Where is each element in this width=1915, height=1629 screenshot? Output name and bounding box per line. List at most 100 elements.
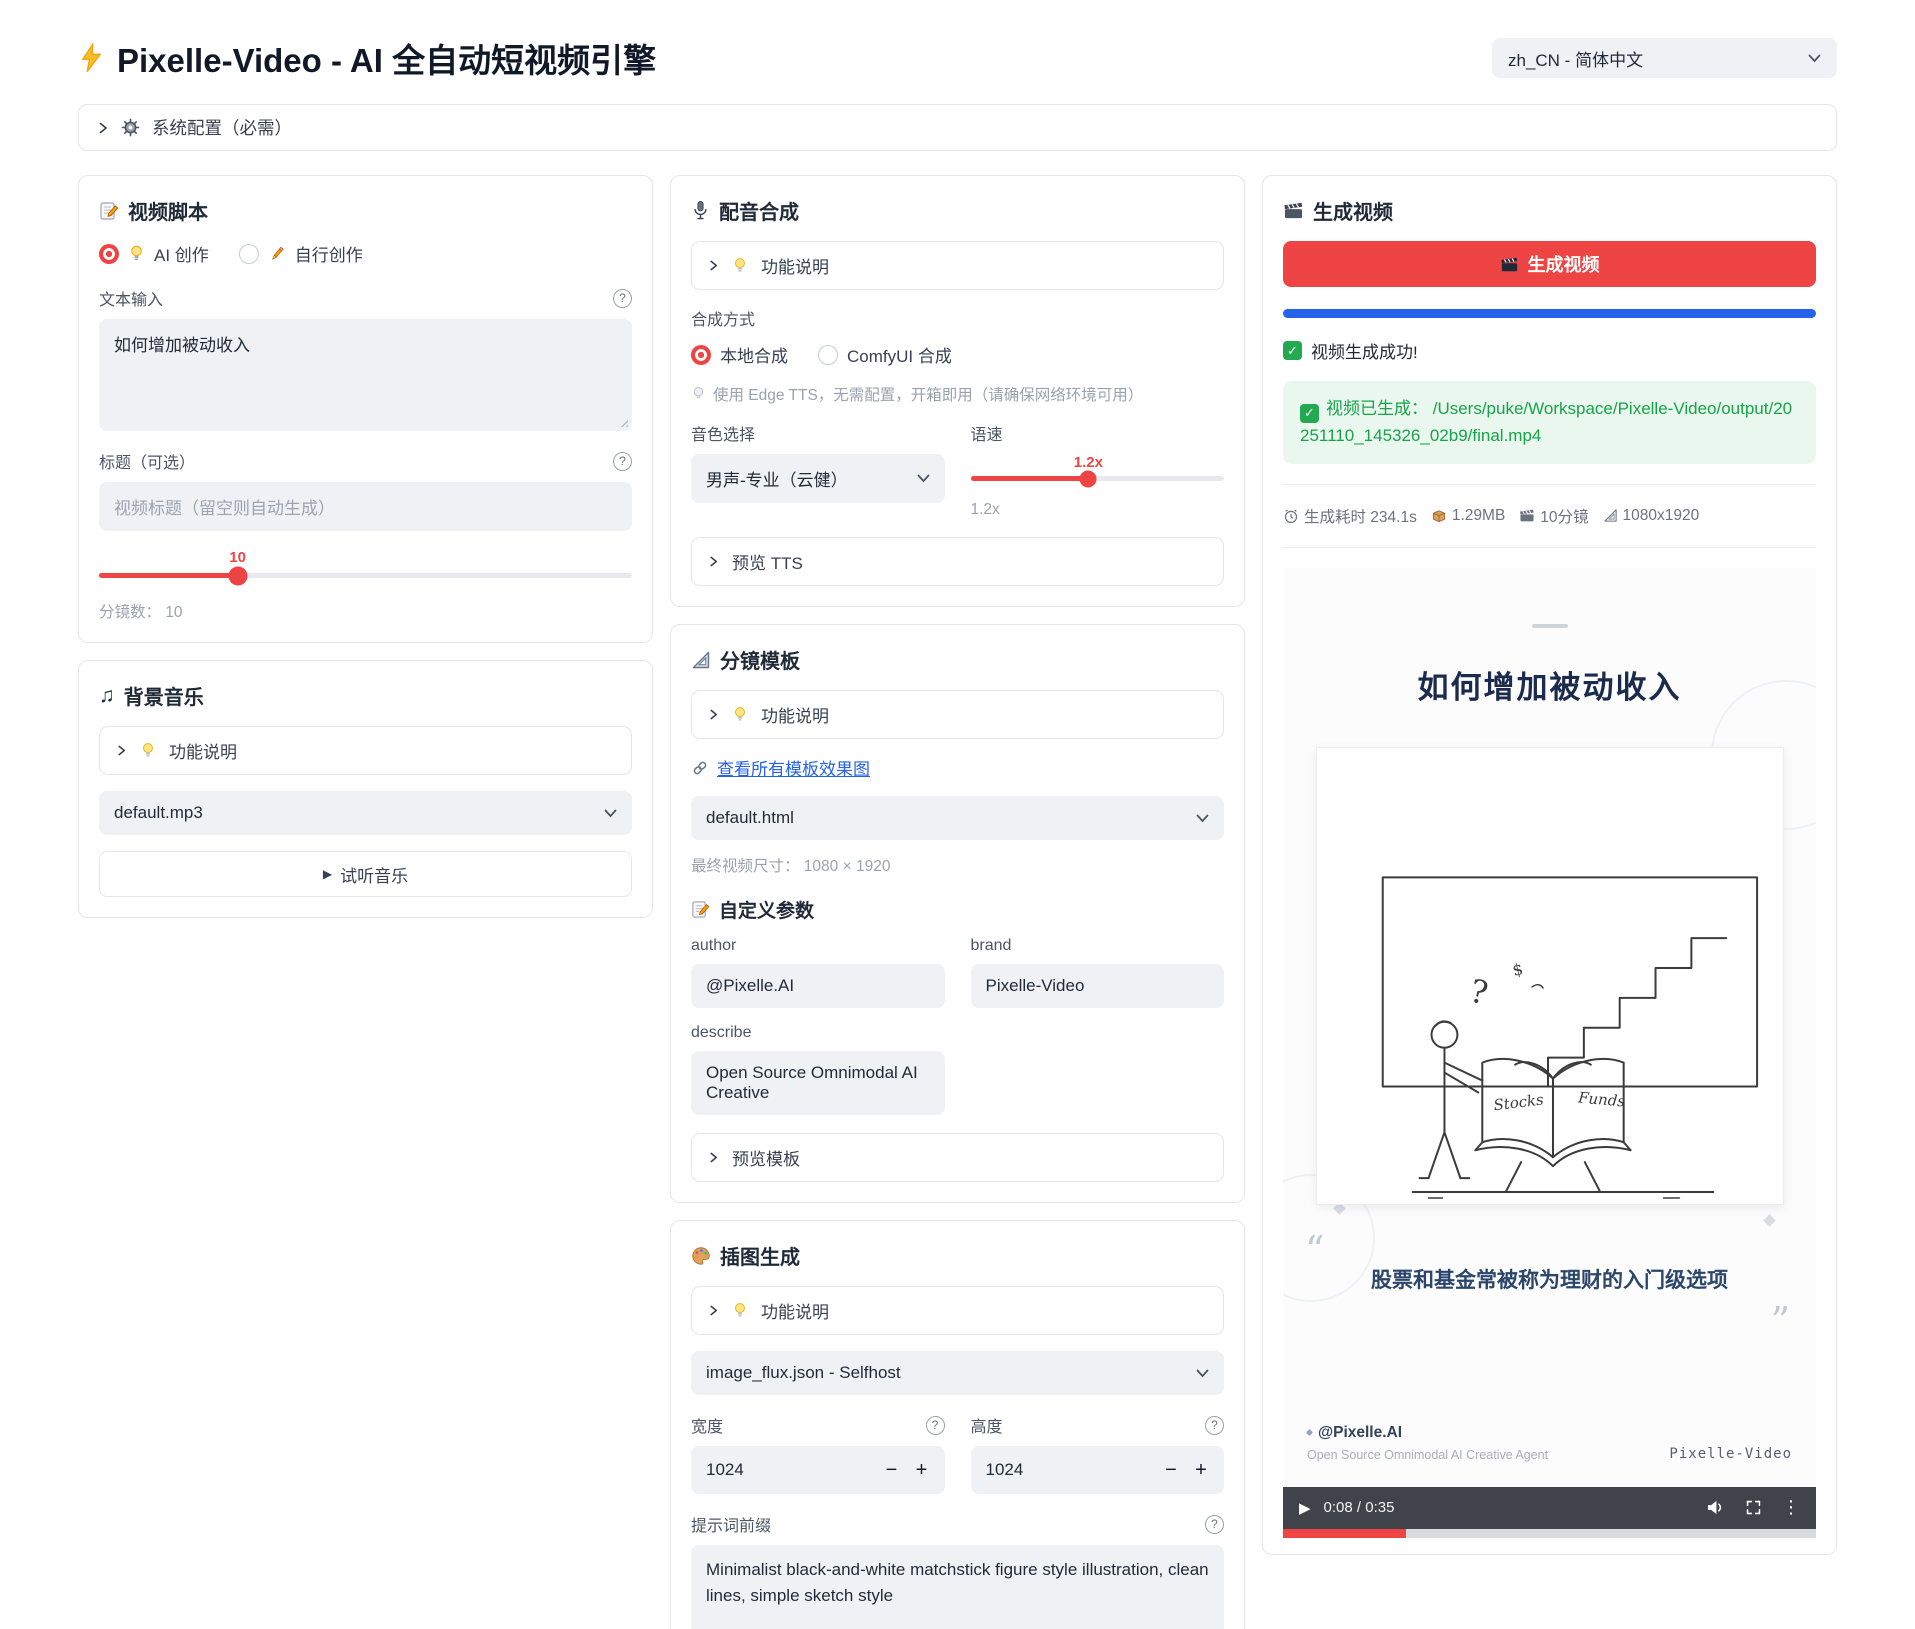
music-help-accordion[interactable]: 功能说明	[99, 726, 632, 775]
video-progress-track[interactable]	[1283, 1529, 1816, 1538]
radio-dot	[818, 345, 838, 365]
package-icon	[1431, 508, 1447, 524]
music-note-icon: ♫	[99, 684, 115, 708]
language-selector[interactable]: zh_CN - 简体中文	[1492, 38, 1837, 78]
help-icon[interactable]: ?	[613, 452, 632, 471]
storyboard-count-slider[interactable]: 10	[99, 549, 632, 578]
video-time: 0:08 / 0:35	[1324, 1499, 1395, 1516]
generate-button-label: 生成视频	[1528, 251, 1600, 277]
chevron-down-icon	[1808, 54, 1821, 63]
template-help-accordion[interactable]: 功能说明	[691, 690, 1224, 739]
brand-input[interactable]: Pixelle-Video	[971, 964, 1225, 1008]
gear-icon	[121, 118, 140, 137]
illustration-help-accordion[interactable]: 功能说明	[691, 1286, 1224, 1335]
radio-ai-create[interactable]: AI 创作	[99, 241, 209, 266]
play-button[interactable]: ▶	[1299, 1499, 1311, 1517]
help-icon[interactable]: ?	[926, 1416, 945, 1435]
chevron-right-icon	[708, 1304, 719, 1317]
width-value: 1024	[706, 1460, 744, 1480]
play-music-button[interactable]: ▶ 试听音乐	[99, 851, 632, 897]
bulb-icon	[732, 256, 748, 275]
accordion-label: 功能说明	[761, 253, 829, 278]
success-status: ✓ 视频生成成功!	[1283, 338, 1816, 363]
author-field-group: author @Pixelle.AI	[691, 937, 945, 1008]
pencil-icon	[268, 245, 286, 263]
workflow-dropdown[interactable]: image_flux.json - Selfhost	[691, 1351, 1224, 1395]
app-title-text: Pixelle-Video - AI 全自动短视频引擎	[117, 34, 656, 82]
stat-text: 生成耗时 234.1s	[1304, 505, 1417, 527]
voice-dropdown[interactable]: 男声-专业（云健）	[691, 454, 945, 503]
height-increment-button[interactable]: +	[1186, 1453, 1216, 1487]
video-script-card: 视频脚本 AI 创作 自行创作	[78, 175, 653, 643]
generate-video-button[interactable]: 生成视频	[1283, 241, 1816, 287]
prompt-prefix-textarea[interactable]: Minimalist black-and-white matchstick fi…	[691, 1545, 1224, 1629]
video-title-input[interactable]: 视频标题（留空则自动生成）	[99, 482, 632, 531]
link-icon	[691, 759, 709, 777]
chevron-right-icon	[116, 744, 127, 757]
width-field-group: 宽度 ? 1024 − +	[691, 1413, 945, 1494]
timer-icon	[1283, 508, 1299, 524]
tts-help-accordion[interactable]: 功能说明	[691, 241, 1224, 290]
card-title-text: 分镜模板	[720, 645, 800, 674]
radio-label: AI 创作	[154, 241, 209, 266]
accordion-label: 功能说明	[761, 702, 829, 727]
template-file-dropdown[interactable]: default.html	[691, 796, 1224, 840]
width-increment-button[interactable]: +	[907, 1453, 937, 1487]
describe-input[interactable]: Open Source Omnimodal AI Creative	[691, 1051, 945, 1115]
divider	[1283, 484, 1816, 485]
quote-open-mark: “	[1305, 1239, 1816, 1262]
width-stepper[interactable]: 1024 − +	[691, 1446, 945, 1494]
dropdown-value: image_flux.json - Selfhost	[706, 1363, 901, 1383]
video-player[interactable]: 如何增加被动收入	[1283, 568, 1816, 1538]
generate-video-card: 生成视频 生成视频 ✓ 视频生成成功! ✓视频已生成： /Users/puke/…	[1262, 175, 1837, 1555]
slider-handle[interactable]	[1080, 470, 1097, 487]
author-label: author	[691, 937, 945, 955]
radio-comfyui-tts[interactable]: ComfyUI 合成	[818, 342, 952, 367]
bulb-icon	[732, 1301, 748, 1320]
radio-dot	[239, 244, 259, 264]
help-icon[interactable]: ?	[1205, 1515, 1224, 1534]
generation-progress-bar	[1283, 309, 1816, 318]
language-value: zh_CN - 简体中文	[1508, 46, 1643, 71]
stat-text: 1080x1920	[1623, 507, 1700, 525]
volume-button[interactable]	[1706, 1499, 1725, 1516]
template-preview-accordion[interactable]: 预览模板	[691, 1133, 1224, 1182]
accordion-label: 预览模板	[732, 1145, 800, 1170]
middle-column: 配音合成 功能说明 合成方式 本地合成	[670, 175, 1245, 1629]
custom-params-title: 自定义参数	[719, 896, 814, 923]
radio-local-tts[interactable]: 本地合成	[691, 342, 788, 367]
music-file-dropdown[interactable]: default.mp3	[99, 791, 632, 835]
app-title: Pixelle-Video - AI 全自动短视频引擎	[78, 34, 656, 82]
speed-slider[interactable]: 1.2x	[971, 454, 1225, 481]
system-config-accordion[interactable]: 系统配置（必需）	[78, 104, 1837, 151]
dropdown-value: default.mp3	[114, 803, 203, 823]
tts-hint: 使用 Edge TTS，无需配置，开箱即用（请确保网络环境可用）	[713, 383, 1143, 405]
fullscreen-button[interactable]	[1745, 1499, 1762, 1516]
speed-display: 1.2x	[971, 501, 1225, 519]
tts-mode-radios: 本地合成 ComfyUI 合成	[691, 342, 1224, 367]
prompt-prefix-label: 提示词前缀	[691, 1512, 771, 1536]
stat-shots: 10分镜	[1519, 505, 1588, 527]
bulb-icon	[128, 244, 145, 263]
radio-self-create[interactable]: 自行创作	[239, 241, 363, 266]
kebab-menu-button[interactable]: ⋮	[1782, 1497, 1800, 1518]
chevron-down-icon	[604, 809, 617, 818]
chevron-down-icon	[917, 474, 930, 483]
height-decrement-button[interactable]: −	[1156, 1453, 1186, 1487]
slider-handle[interactable]	[228, 566, 247, 585]
chevron-down-icon	[1196, 814, 1209, 823]
view-templates-link[interactable]: 查看所有模板效果图	[717, 755, 870, 780]
final-size-text: 最终视频尺寸： 1080 × 1920	[691, 854, 1224, 876]
triangle-ruler-icon	[1603, 508, 1618, 523]
tts-preview-accordion[interactable]: 预览 TTS	[691, 537, 1224, 586]
help-icon[interactable]: ?	[613, 289, 632, 308]
main-columns: 视频脚本 AI 创作 自行创作	[78, 175, 1837, 1629]
svg-text:$: $	[1510, 959, 1524, 980]
help-icon[interactable]: ?	[1205, 1416, 1224, 1435]
height-stepper[interactable]: 1024 − +	[971, 1446, 1225, 1494]
video-controls-bar[interactable]: ▶ 0:08 / 0:35 ⋮	[1283, 1487, 1816, 1529]
width-decrement-button[interactable]: −	[877, 1453, 907, 1487]
author-input[interactable]: @Pixelle.AI	[691, 964, 945, 1008]
text-input-textarea[interactable]: 如何增加被动收入	[99, 319, 632, 431]
slide-brand: Pixelle-Video	[1669, 1446, 1792, 1462]
